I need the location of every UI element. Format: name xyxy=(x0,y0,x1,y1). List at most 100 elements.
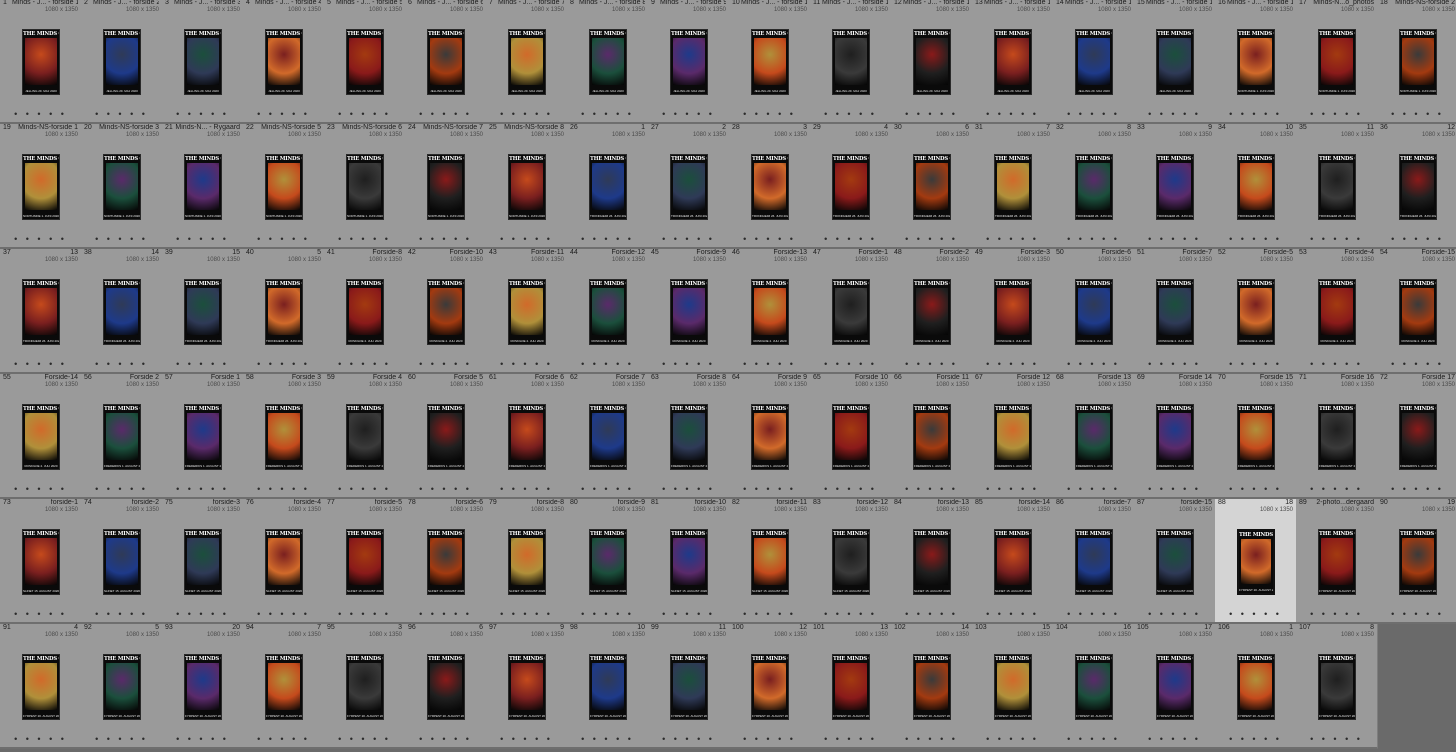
star-rating-dots[interactable]: • • • • • xyxy=(1296,610,1377,619)
star-rating-dots[interactable]: • • • • • xyxy=(972,735,1053,744)
thumbnail-image[interactable]: THE MINDS OF 99 NORTHSIDE 1. JUNI 2020 xyxy=(1318,29,1356,95)
star-rating-dots[interactable]: • • • • • xyxy=(891,360,972,369)
thumbnail-image[interactable]: THE MINDS OF 99 FYRPEST 20. AUGUST 2020 xyxy=(1237,654,1275,720)
thumbnail-image[interactable]: THE MINDS OF 99 ROSKILDE 2. JULI 2020 xyxy=(427,279,465,345)
star-rating-dots[interactable]: • • • • • xyxy=(81,485,162,494)
grid-cell[interactable]: 63 Forside 81080 x 1350 THE MINDS OF 99 FRE… xyxy=(648,374,730,499)
star-rating-dots[interactable]: • • • • • xyxy=(1377,610,1456,619)
star-rating-dots[interactable]: • • • • • xyxy=(0,235,81,244)
grid-cell[interactable]: 1 Minds - J... - forside 1 1080 x 1350 THE … xyxy=(0,0,82,124)
thumbnail-image[interactable]: THE MINDS OF 99 FYRPEST 20. AUGUST 2020 xyxy=(670,654,708,720)
thumbnail-image[interactable]: THE MINDS OF 99 TRONDHEIM 26. JUNI 2020 xyxy=(1237,154,1275,220)
star-rating-dots[interactable]: • • • • • xyxy=(81,110,162,119)
star-rating-dots[interactable]: • • • • • xyxy=(1215,610,1296,619)
thumbnail-image[interactable]: THE MINDS OF 99 SLINET 15. AUGUST 2020 xyxy=(670,529,708,595)
grid-cell[interactable]: 31 71080 x 1350 THE MINDS OF 99 TRONDHEIM 2… xyxy=(972,124,1054,249)
thumbnail-image[interactable]: THE MINDS OF 99 SLINET 15. AUGUST 2020 xyxy=(265,529,303,595)
star-rating-dots[interactable]: • • • • • xyxy=(1134,735,1215,744)
thumbnail-image[interactable]: THE MINDS OF 99 SLINET 15. AUGUST 2020 xyxy=(994,529,1032,595)
thumbnail-image[interactable]: THE MINDS OF 99 NORTHSIDE 1. JUNI 2020 xyxy=(184,154,222,220)
grid-cell[interactable]: 61 Forside 61080 x 1350 THE MINDS OF 99 FRE… xyxy=(486,374,568,499)
thumbnail-image[interactable]: THE MINDS OF 99 NORTHSIDE 1. JUNI 2020 xyxy=(1399,29,1437,95)
star-rating-dots[interactable]: • • • • • xyxy=(567,735,648,744)
star-rating-dots[interactable]: • • • • • xyxy=(81,610,162,619)
grid-cell[interactable]: 65 Forside 101080 x 1350 THE MINDS OF 99 FR… xyxy=(810,374,892,499)
thumbnail-image[interactable]: THE MINDS OF 99 FREDERIKS 1. AUGUST 2020 xyxy=(184,404,222,470)
thumbnail-image[interactable]: THE MINDS OF 99 TRONDHEIM 26. JUNI 2020 xyxy=(994,154,1032,220)
thumbnail-image[interactable]: THE MINDS OF 99 FYRPEST 20. AUGUST 2020 xyxy=(1237,529,1275,595)
star-rating-dots[interactable]: • • • • • xyxy=(648,235,729,244)
star-rating-dots[interactable]: • • • • • xyxy=(243,110,324,119)
star-rating-dots[interactable]: • • • • • xyxy=(0,735,81,744)
grid-cell[interactable]: 98 101080 x 1350 THE MINDS OF 99 FYRPEST 20… xyxy=(567,624,649,749)
thumbnail-image[interactable]: THE MINDS OF 99 ROSKILDE 2. JULI 2020 xyxy=(508,279,546,345)
thumbnail-image[interactable]: THE MINDS OF 99 ROSKILDE 2. JULI 2020 xyxy=(913,279,951,345)
grid-cell[interactable]: 13 Minds - J... - forside 13 1080 x 1350 TH… xyxy=(972,0,1054,124)
star-rating-dots[interactable]: • • • • • xyxy=(0,110,81,119)
grid-cell[interactable]: 107 81080 x 1350 THE MINDS OF 99 FYRPEST 20… xyxy=(1296,624,1378,749)
star-rating-dots[interactable]: • • • • • xyxy=(81,360,162,369)
grid-cell[interactable]: 5 Minds - J... - forside 5 1080 x 1350 THE … xyxy=(324,0,406,124)
thumbnail-image[interactable]: THE MINDS OF 99 FREDERIKS 1. AUGUST 2020 xyxy=(589,404,627,470)
star-rating-dots[interactable]: • • • • • xyxy=(486,610,567,619)
thumbnail-image[interactable]: THE MINDS OF 99 FREDERIKS 1. AUGUST 2020 xyxy=(913,404,951,470)
grid-cell[interactable]: 29 41080 x 1350 THE MINDS OF 99 TRONDHEIM 2… xyxy=(810,124,892,249)
thumbnail-image[interactable]: THE MINDS OF 99 FREDERIKS 1. AUGUST 2020 xyxy=(103,404,141,470)
grid-cell[interactable]: 35 111080 x 1350 THE MINDS OF 99 TRONDHEIM … xyxy=(1296,124,1378,249)
grid-cell[interactable]: 96 61080 x 1350 THE MINDS OF 99 FYRPEST 20.… xyxy=(405,624,487,749)
thumbnail-image[interactable]: THE MINDS OF 99 SLINET 15. AUGUST 2020 xyxy=(22,529,60,595)
star-rating-dots[interactable]: • • • • • xyxy=(1377,360,1456,369)
star-rating-dots[interactable]: • • • • • xyxy=(1377,235,1456,244)
star-rating-dots[interactable]: • • • • • xyxy=(81,735,162,744)
thumbnail-image[interactable]: THE MINDS OF 99 TRONDHEIM 26. JUNI 2020 xyxy=(1399,154,1437,220)
grid-cell[interactable]: 102 141080 x 1350 THE MINDS OF 99 FYRPEST 2… xyxy=(891,624,973,749)
grid-cell[interactable]: 6 Minds - J... - forside 6 1080 x 1350 THE … xyxy=(405,0,487,124)
grid-cell[interactable]: 80 forside-91080 x 1350 THE MINDS OF 99 SLI… xyxy=(567,499,649,624)
thumbnail-image[interactable]: THE MINDS OF 99 SLINET 15. AUGUST 2020 xyxy=(589,529,627,595)
star-rating-dots[interactable]: • • • • • xyxy=(1134,235,1215,244)
star-rating-dots[interactable]: • • • • • xyxy=(405,485,486,494)
grid-cell[interactable]: 16 Minds - J... - forside 16 1080 x 1350 TH… xyxy=(1215,0,1297,124)
grid-cell[interactable]: 103 151080 x 1350 THE MINDS OF 99 FYRPEST 2… xyxy=(972,624,1054,749)
grid-cell[interactable]: 39 151080 x 1350 THE MINDS OF 99 TRONDHEIM … xyxy=(162,249,244,374)
thumbnail-image[interactable]: THE MINDS OF 99 FYRPEST 20. AUGUST 2020 xyxy=(589,654,627,720)
star-rating-dots[interactable]: • • • • • xyxy=(405,110,486,119)
thumbnail-image[interactable]: THE MINDS OF 99 FREDERIKS 1. AUGUST 2020 xyxy=(265,404,303,470)
star-rating-dots[interactable]: • • • • • xyxy=(567,360,648,369)
star-rating-dots[interactable]: • • • • • xyxy=(1134,485,1215,494)
grid-cell[interactable]: 45 Forside-91080 x 1350 THE MINDS OF 99 ROS… xyxy=(648,249,730,374)
star-rating-dots[interactable]: • • • • • xyxy=(0,485,81,494)
star-rating-dots[interactable]: • • • • • xyxy=(81,235,162,244)
star-rating-dots[interactable]: • • • • • xyxy=(567,110,648,119)
grid-cell[interactable]: 50 Forside-61080 x 1350 THE MINDS OF 99 ROS… xyxy=(1053,249,1135,374)
grid-cell[interactable]: 28 31080 x 1350 THE MINDS OF 99 TRONDHEIM 2… xyxy=(729,124,811,249)
grid-cell[interactable]: 15 Minds - J... - forside 15 1080 x 1350 TH… xyxy=(1134,0,1216,124)
thumbnail-image[interactable]: THE MINDS OF 99 ROSKILDE 2. JULI 2020 xyxy=(1399,279,1437,345)
star-rating-dots[interactable]: • • • • • xyxy=(1053,485,1134,494)
star-rating-dots[interactable]: • • • • • xyxy=(1053,735,1134,744)
grid-cell[interactable]: 70 Forside 151080 x 1350 THE MINDS OF 99 FR… xyxy=(1215,374,1297,499)
grid-cell[interactable]: 24 Minds-NS-forside 7 1080 x 1350 THE MINDS… xyxy=(405,124,487,249)
thumbnail-image[interactable]: THE MINDS OF 99 SLINET 15. AUGUST 2020 xyxy=(1156,529,1194,595)
star-rating-dots[interactable]: • • • • • xyxy=(405,360,486,369)
thumbnail-image[interactable]: THE MINDS OF 99 ROSKILDE 2. JULI 2020 xyxy=(670,279,708,345)
grid-cell[interactable]: 95 31080 x 1350 THE MINDS OF 99 FYRPEST 20.… xyxy=(324,624,406,749)
grid-cell[interactable]: 79 forside-81080 x 1350 THE MINDS OF 99 SLI… xyxy=(486,499,568,624)
star-rating-dots[interactable]: • • • • • xyxy=(810,360,891,369)
thumbnail-image[interactable]: THE MINDS OF 99 ROSKILDE 2. JULI 2020 xyxy=(22,404,60,470)
star-rating-dots[interactable]: • • • • • xyxy=(1053,360,1134,369)
star-rating-dots[interactable]: • • • • • xyxy=(405,235,486,244)
thumbnail-image[interactable]: THE MINDS OF 99 SLINET 15. AUGUST 2020 xyxy=(103,529,141,595)
thumbnail-image[interactable]: THE MINDS OF 99 NORTHSIDE 1. JUNI 2020 xyxy=(427,154,465,220)
star-rating-dots[interactable]: • • • • • xyxy=(648,610,729,619)
thumbnail-image[interactable]: THE MINDS OF 99 TRONDHEIM 26. JUNI 2020 xyxy=(184,279,222,345)
thumbnail-image[interactable]: THE MINDS OF 99 ROSKILDE 2. JULI 2020 xyxy=(1318,279,1356,345)
thumbnail-image[interactable]: THE MINDS OF 99 FREDERIKS 1. AUGUST 2020 xyxy=(994,404,1032,470)
grid-cell[interactable]: 62 Forside 71080 x 1350 THE MINDS OF 99 FRE… xyxy=(567,374,649,499)
star-rating-dots[interactable]: • • • • • xyxy=(729,485,810,494)
thumbnail-image[interactable]: THE MINDS OF 99 FREDERIKS 1. AUGUST 2020 xyxy=(346,404,384,470)
star-rating-dots[interactable]: • • • • • xyxy=(1215,735,1296,744)
thumbnail-image[interactable]: THE MINDS OF 99 JELLING 29. MAJ 2020 xyxy=(103,29,141,95)
thumbnail-image[interactable]: THE MINDS OF 99 FREDERIKS 1. AUGUST 2020 xyxy=(508,404,546,470)
thumbnail-image[interactable]: THE MINDS OF 99 JELLING 29. MAJ 2020 xyxy=(589,29,627,95)
